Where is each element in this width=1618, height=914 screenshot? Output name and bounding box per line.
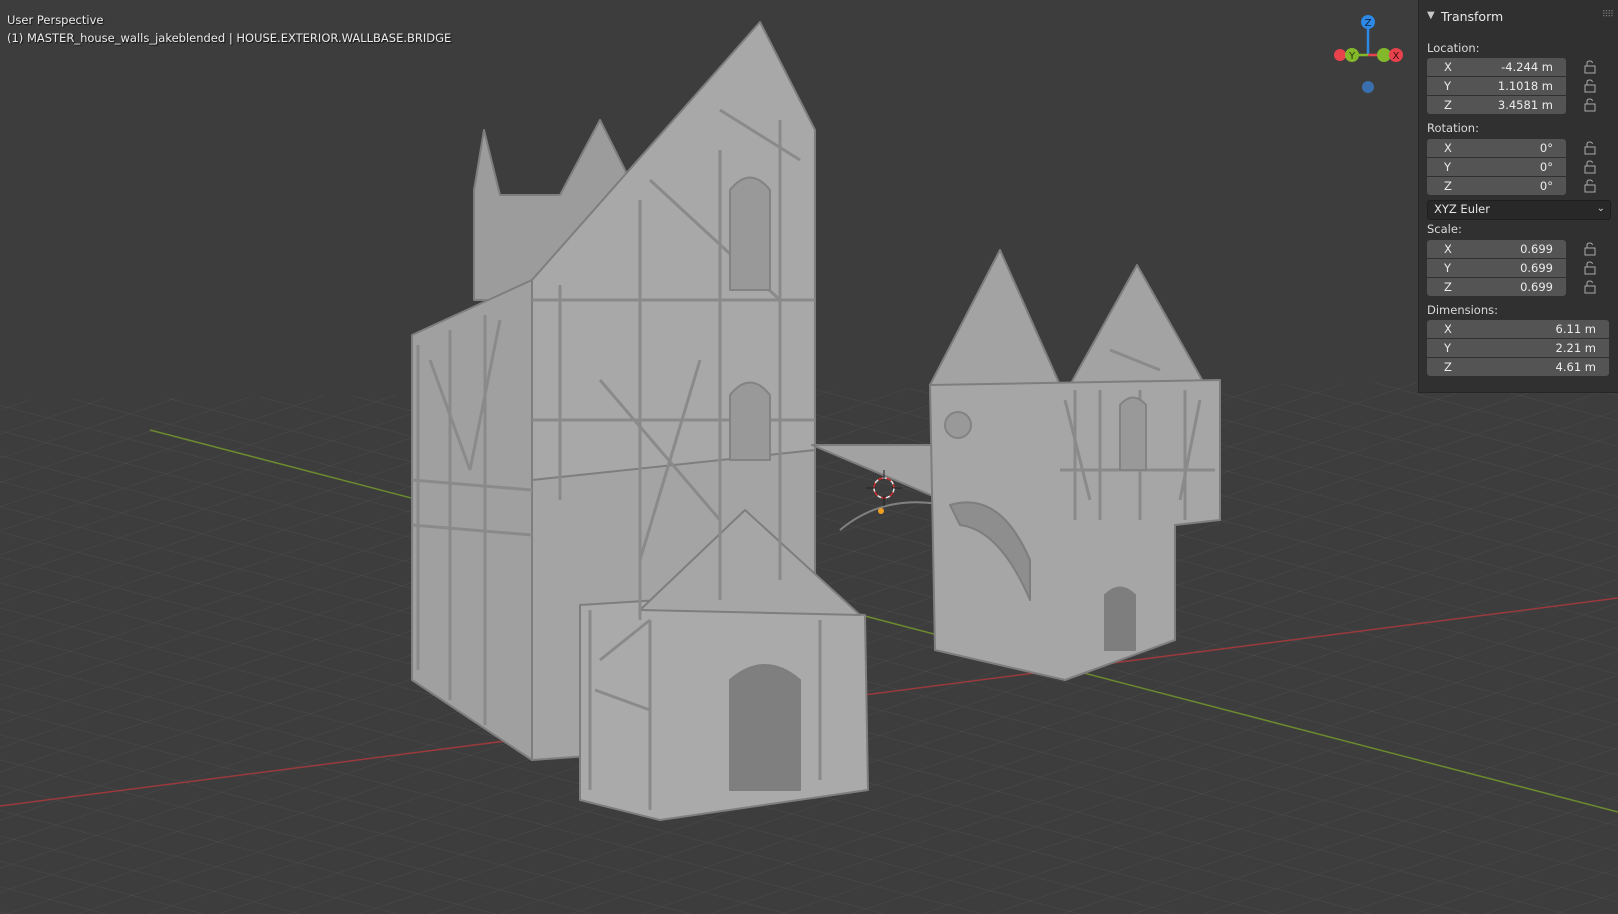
axis-label: Y	[1444, 160, 1452, 174]
lock-rotation-x-icon[interactable]	[1583, 141, 1597, 155]
lock-location-x-icon[interactable]	[1583, 60, 1597, 74]
field-value: 2.21 m	[1555, 341, 1596, 355]
scale-z-field[interactable]: Z 0.699	[1427, 278, 1566, 296]
dimensions-z-field[interactable]: Z 4.61 m	[1427, 358, 1609, 376]
location-x-field[interactable]: X -4.244 m	[1427, 58, 1566, 76]
axis-label: Y	[1444, 79, 1452, 93]
scale-x-field[interactable]: X 0.699	[1427, 240, 1566, 258]
axis-label: X	[1444, 242, 1452, 256]
dimensions-label: Dimensions:	[1427, 303, 1498, 317]
dimensions-x-field[interactable]: X 6.11 m	[1427, 320, 1609, 338]
axis-label: Z	[1444, 360, 1452, 374]
3d-viewport[interactable]: User Perspective (1) MASTER_house_walls_…	[0, 0, 1618, 914]
lock-location-y-icon[interactable]	[1583, 79, 1597, 93]
axis-label: Z	[1444, 98, 1452, 112]
lock-scale-x-icon[interactable]	[1583, 242, 1597, 256]
transform-panel-header[interactable]: ▼ Transform ⠿⠿	[1419, 6, 1618, 28]
location-z-field[interactable]: Z 3.4581 m	[1427, 96, 1566, 114]
field-value: 0°	[1539, 179, 1553, 193]
axis-label: Y	[1444, 341, 1452, 355]
axis-label: X	[1444, 60, 1452, 74]
collapse-triangle-icon[interactable]: ▼	[1427, 10, 1435, 21]
field-value: 1.1018 m	[1497, 79, 1553, 93]
field-value: 0.699	[1520, 261, 1553, 275]
active-object-label: (1) MASTER_house_walls_jakeblended | HOU…	[7, 31, 452, 45]
axis-label: Z	[1444, 179, 1452, 193]
axis-label: Z	[1444, 280, 1452, 294]
gizmo-neg-x[interactable]	[1334, 49, 1346, 61]
gizmo-neg-y[interactable]	[1377, 48, 1391, 62]
rotation-z-field[interactable]: Z 0°	[1427, 177, 1566, 195]
axis-label: Y	[1444, 261, 1452, 275]
field-value: 0°	[1539, 141, 1553, 155]
field-value: 0°	[1539, 160, 1553, 174]
gizmo-z-label: Z	[1365, 18, 1372, 29]
location-label: Location:	[1427, 41, 1480, 55]
sidebar-panel[interactable]: ▼ Transform ⠿⠿ Location: X -4.244 m Y 1.…	[1418, 0, 1618, 393]
viewport-perspective-label: User Perspective	[7, 13, 104, 27]
lock-scale-z-icon[interactable]	[1583, 280, 1597, 294]
field-value: 3.4581 m	[1497, 98, 1553, 112]
transform-panel-title: Transform	[1441, 9, 1504, 24]
gizmo-neg-z[interactable]	[1362, 81, 1374, 93]
rotation-mode-dropdown[interactable]: XYZ Euler ⌄	[1427, 200, 1611, 220]
field-value: -4.244 m	[1501, 60, 1553, 74]
field-value: 0.699	[1520, 280, 1553, 294]
field-value: 6.11 m	[1555, 322, 1596, 336]
gizmo-x-label: X	[1393, 51, 1400, 62]
gizmo-y-label: Y	[1348, 51, 1356, 62]
chevron-down-icon: ⌄	[1596, 203, 1605, 214]
lock-rotation-y-icon[interactable]	[1583, 160, 1597, 174]
rotation-y-field[interactable]: Y 0°	[1427, 158, 1566, 176]
field-value: 4.61 m	[1555, 360, 1596, 374]
lock-scale-y-icon[interactable]	[1583, 261, 1597, 275]
drag-grip-icon[interactable]: ⠿⠿	[1602, 10, 1614, 20]
axis-label: X	[1444, 322, 1452, 336]
scale-label: Scale:	[1427, 222, 1462, 236]
object-origin-dot	[878, 508, 884, 514]
scale-y-field[interactable]: Y 0.699	[1427, 259, 1566, 277]
field-value: 0.699	[1520, 242, 1553, 256]
rotation-x-field[interactable]: X 0°	[1427, 139, 1566, 157]
viewport-scene[interactable]	[0, 0, 1618, 914]
navigation-gizmo[interactable]: Z Y X	[1326, 10, 1416, 100]
rotation-label: Rotation:	[1427, 121, 1479, 135]
rotation-mode-value: XYZ Euler	[1434, 202, 1490, 216]
lock-rotation-z-icon[interactable]	[1583, 179, 1597, 193]
axis-label: X	[1444, 141, 1452, 155]
lock-location-z-icon[interactable]	[1583, 98, 1597, 112]
dimensions-y-field[interactable]: Y 2.21 m	[1427, 339, 1609, 357]
location-y-field[interactable]: Y 1.1018 m	[1427, 77, 1566, 95]
